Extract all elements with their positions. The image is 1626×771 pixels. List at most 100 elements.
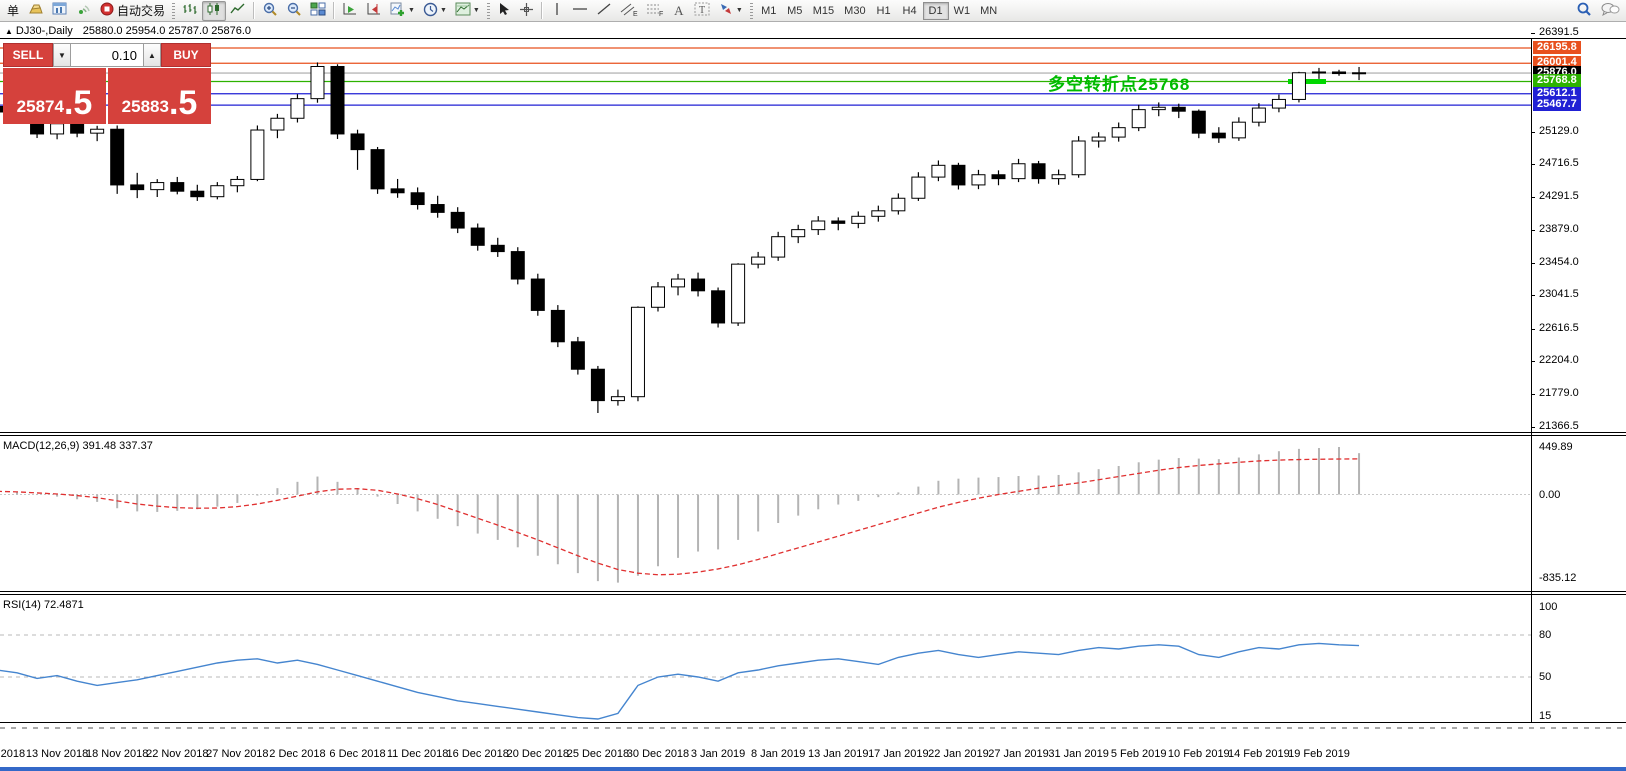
- rsi-axis-label: 80: [1539, 629, 1551, 641]
- tile-windows-button[interactable]: [306, 1, 330, 21]
- volume-increase-button[interactable]: ▲: [143, 43, 161, 67]
- pane-splitter[interactable]: [0, 594, 1626, 595]
- vertical-line-icon: [551, 2, 563, 19]
- bar-chart-button[interactable]: [178, 1, 202, 21]
- date-label: 8 Jan 2019: [751, 748, 805, 760]
- cursor-button[interactable]: [493, 1, 515, 21]
- macd-pane[interactable]: [0, 437, 1531, 588]
- sell-price-button[interactable]: 25874.5: [3, 68, 106, 124]
- zoom-out-button[interactable]: [282, 1, 306, 21]
- add-indicator-icon: [390, 2, 406, 20]
- horizontal-line-icon: [572, 2, 588, 19]
- candle: [171, 177, 184, 194]
- date-label: 13 Jan 2019: [808, 748, 869, 760]
- timeframe-button-MN[interactable]: MN: [975, 2, 1002, 20]
- chart-area[interactable]: ▲DJ30-,Daily25880.0 25954.0 25787.0 2587…: [0, 22, 1626, 767]
- date-label: 13 Nov 2018: [26, 748, 88, 760]
- volume-input[interactable]: [71, 43, 143, 67]
- chart-shift-button[interactable]: [362, 1, 386, 21]
- date-label: 6 Dec 2018: [329, 748, 385, 760]
- timeframe-button-M1[interactable]: M1: [756, 2, 782, 20]
- toolbar-grip[interactable]: [750, 3, 753, 19]
- sell-button[interactable]: SELL: [3, 43, 53, 67]
- periods-icon: [423, 2, 438, 20]
- candle: [291, 94, 304, 122]
- line-chart-button[interactable]: [226, 1, 250, 21]
- buy-button[interactable]: BUY: [161, 43, 211, 67]
- text-icon: A: [674, 3, 683, 19]
- candle: [131, 173, 144, 198]
- autotrading-button[interactable]: 自动交易: [96, 1, 169, 21]
- trendline-button[interactable]: [592, 1, 616, 21]
- candle: [852, 211, 865, 228]
- rsi-pane[interactable]: [0, 596, 1531, 722]
- volume-decrease-button[interactable]: ▼: [53, 43, 71, 67]
- buy-price-button[interactable]: 25883.5: [108, 68, 211, 124]
- macd-axis-label: 449.89: [1539, 441, 1573, 453]
- signals-button[interactable]: [72, 1, 96, 21]
- date-label: 19 Feb 2019: [1288, 748, 1350, 760]
- chevron-down-icon: ▼: [736, 7, 743, 14]
- pane-splitter[interactable]: [0, 435, 1626, 436]
- zoom-in-button[interactable]: [258, 1, 282, 21]
- candle: [912, 172, 925, 201]
- candle: [191, 185, 204, 201]
- gold-bar-button[interactable]: [24, 1, 48, 21]
- equidistant-channel-button[interactable]: E: [616, 1, 642, 21]
- horizontal-line-button[interactable]: [568, 1, 592, 21]
- candlestick-chart-button[interactable]: [202, 1, 226, 21]
- search-button[interactable]: [1572, 1, 1596, 21]
- candle: [1333, 70, 1346, 76]
- candle: [952, 163, 965, 190]
- timeframe-button-H1[interactable]: H1: [871, 2, 897, 20]
- chat-icon: [1600, 1, 1620, 20]
- fibonacci-button[interactable]: F: [642, 1, 668, 21]
- crosshair-button[interactable]: [515, 1, 538, 21]
- candle: [1292, 72, 1305, 103]
- arrows-button[interactable]: ▼: [714, 1, 747, 21]
- add-indicator-button[interactable]: ▼: [386, 1, 419, 21]
- candle: [151, 179, 164, 197]
- auto-scroll-button[interactable]: [338, 1, 362, 21]
- date-label: 14 Feb 2019: [1228, 748, 1290, 760]
- price-level-badge: 25768.8: [1533, 74, 1581, 87]
- timeframe-button-M15[interactable]: M15: [808, 2, 839, 20]
- text-label-button[interactable]: T: [690, 1, 714, 21]
- candle: [351, 130, 364, 170]
- timeframe-button-H4[interactable]: H4: [897, 2, 923, 20]
- new-chart-window-button[interactable]: [48, 1, 72, 21]
- candle: [1312, 68, 1325, 79]
- symbol-period: DJ30-,Daily: [16, 25, 73, 37]
- chart-title: ▲DJ30-,Daily25880.0 25954.0 25787.0 2587…: [5, 25, 251, 37]
- periods-button[interactable]: ▼: [419, 1, 451, 21]
- candle: [1132, 105, 1145, 131]
- chat-button[interactable]: [1596, 1, 1624, 21]
- timeframe-button-M5[interactable]: M5: [782, 2, 808, 20]
- pane-splitter[interactable]: [0, 432, 1626, 433]
- candle: [792, 225, 805, 243]
- buy-price: 25883: [122, 94, 169, 120]
- templates-button[interactable]: ▼: [451, 1, 484, 21]
- rsi-axis-label: 50: [1539, 671, 1551, 683]
- time-axis[interactable]: 8 Nov 201813 Nov 201818 Nov 201822 Nov 2…: [0, 748, 1531, 762]
- candle: [1252, 103, 1265, 126]
- candlestick-chart-icon: [206, 2, 222, 19]
- toolbar-grip[interactable]: [487, 3, 490, 19]
- trendline-icon: [596, 2, 612, 19]
- pane-splitter[interactable]: [0, 591, 1626, 592]
- toolbar-grip[interactable]: [172, 3, 175, 19]
- date-label: 30 Dec 2018: [627, 748, 689, 760]
- chevron-down-icon: ▼: [473, 7, 480, 14]
- rsi-axis-label: 15: [1539, 710, 1551, 722]
- vertical-line-button[interactable]: [546, 1, 568, 21]
- candle: [712, 288, 725, 328]
- price-axis[interactable]: 26391.525129.024716.524291.523879.023454…: [1531, 22, 1626, 722]
- candle: [972, 170, 985, 189]
- timeframe-button-D1[interactable]: D1: [923, 2, 949, 20]
- timeframe-button-W1[interactable]: W1: [949, 2, 976, 20]
- new-order-button[interactable]: 单: [2, 1, 24, 21]
- price-tick-label: 24716.5: [1539, 157, 1579, 169]
- text-button[interactable]: A: [668, 1, 690, 21]
- timeframe-button-M30[interactable]: M30: [839, 2, 870, 20]
- price-pane[interactable]: [0, 38, 1531, 424]
